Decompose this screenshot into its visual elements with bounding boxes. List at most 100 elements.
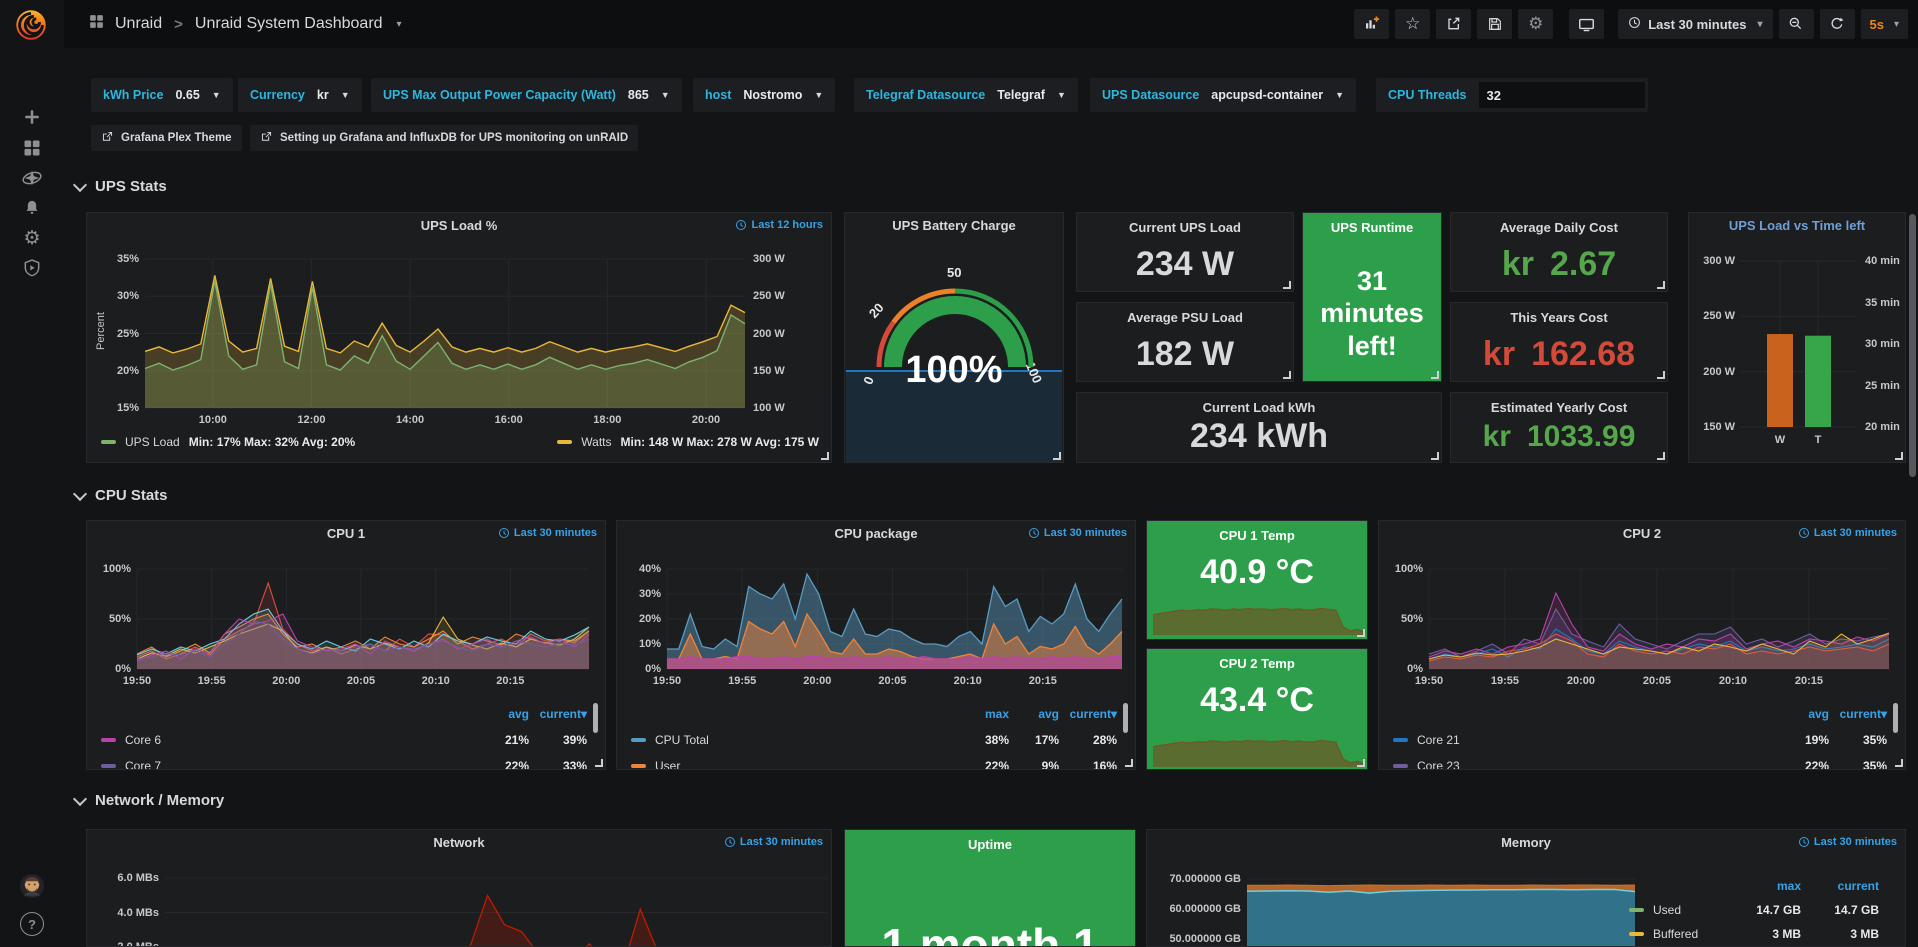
section-ups-stats[interactable]: UPS Stats <box>75 178 167 195</box>
panel-cpu1-temp: CPU 1 Temp 40.9 °C <box>1146 520 1368 640</box>
resize-handle[interactable] <box>1895 759 1903 767</box>
chevron-down-icon: ▼ <box>341 90 350 100</box>
resize-handle[interactable] <box>1895 452 1903 460</box>
save-dashboard-button[interactable] <box>1477 9 1512 39</box>
share-dashboard-button[interactable] <box>1436 9 1471 39</box>
dashboard-settings-button[interactable]: ⚙ <box>1518 9 1553 39</box>
legend-row[interactable]: Buffered3 MB3 MB <box>1629 922 1879 946</box>
create-plus-icon[interactable] <box>20 105 44 129</box>
panel-time-range[interactable]: Last 30 minutes <box>1798 836 1897 848</box>
resize-handle[interactable] <box>595 759 603 767</box>
axis-tick: 12:00 <box>286 413 336 427</box>
panel-time-range[interactable]: Last 30 minutes <box>1028 527 1127 539</box>
variable-currency[interactable]: Currency kr▼ <box>238 78 362 112</box>
legend-row[interactable]: Core 621%39% <box>101 727 587 753</box>
variable-telegraf-datasource[interactable]: Telegraf Datasource Telegraf▼ <box>854 78 1078 112</box>
axis-tick: 50% <box>91 612 131 626</box>
help-icon[interactable]: ? <box>20 912 44 936</box>
panel-time-range[interactable]: Last 30 minutes <box>498 527 597 539</box>
dashboards-icon[interactable] <box>20 136 44 160</box>
variable-ups-datasource[interactable]: UPS Datasource apcupsd-container▼ <box>1090 78 1356 112</box>
configuration-gear-icon[interactable]: ⚙ <box>20 226 44 250</box>
axis-tick: 100% <box>91 562 131 576</box>
panel-time-range[interactable]: Last 30 minutes <box>724 836 823 848</box>
user-avatar[interactable] <box>20 874 44 898</box>
section-network-memory[interactable]: Network / Memory <box>75 792 224 809</box>
legend-scrollbar[interactable] <box>1893 703 1898 733</box>
resize-handle[interactable] <box>1283 281 1291 289</box>
axis-tick: 0% <box>91 662 131 676</box>
axis-tick: 14:00 <box>385 413 435 427</box>
axis-tick: 30% <box>621 587 661 601</box>
panel-title[interactable]: UPS Load vs Time left <box>1689 213 1905 239</box>
panel-title[interactable]: Network <box>87 830 831 856</box>
legend-row[interactable]: CPU Total38%17%28% <box>631 727 1117 753</box>
axis-tick: 2.0 MBs <box>99 940 159 947</box>
variable-host[interactable]: host Nostromo▼ <box>693 78 835 112</box>
resize-handle[interactable] <box>1125 759 1133 767</box>
axis-tick: 200 W <box>753 327 801 341</box>
zoom-out-button[interactable] <box>1779 9 1814 39</box>
variable-kwh-price[interactable]: kWh Price 0.65▼ <box>91 78 233 112</box>
resize-handle[interactable] <box>1053 452 1061 460</box>
title-caret-icon[interactable]: ▾ <box>397 19 402 30</box>
panel-title[interactable]: Memory <box>1147 830 1905 856</box>
section-cpu-stats[interactable]: CPU Stats <box>75 487 168 504</box>
page-scrollbar[interactable] <box>1909 214 1916 477</box>
legend-item[interactable]: WattsMin: 148 W Max: 278 W Avg: 175 W <box>557 435 819 449</box>
panel-title[interactable]: UPS Battery Charge <box>845 213 1063 239</box>
grafana-logo-icon[interactable] <box>12 6 50 49</box>
legend-scrollbar[interactable] <box>593 703 598 733</box>
star-dashboard-button[interactable]: ☆ <box>1395 9 1430 39</box>
resize-handle[interactable] <box>1283 371 1291 379</box>
axis-tick: W <box>1755 433 1805 447</box>
resize-handle[interactable] <box>1657 452 1665 460</box>
legend-row[interactable]: Core 2322%35% <box>1393 753 1887 770</box>
legend-row[interactable]: Core 722%33% <box>101 753 587 770</box>
axis-tick: 20:00 <box>261 674 311 688</box>
cpu2-temp-value: 43.4 °C <box>1147 681 1367 720</box>
axis-tick: 20:05 <box>336 674 386 688</box>
resize-handle[interactable] <box>1357 629 1365 637</box>
refresh-interval-select[interactable]: 5s ▾ <box>1861 9 1909 39</box>
cpu-package-legend: maxavgcurrent▾ CPU Total38%17%28% User22… <box>631 701 1117 770</box>
axis-tick: 35 min <box>1865 296 1906 310</box>
legend-row[interactable]: Core 2119%35% <box>1393 727 1887 753</box>
breadcrumb-root[interactable]: Unraid <box>115 15 162 33</box>
panel-time-range[interactable]: Last 30 minutes <box>1798 527 1897 539</box>
stat-title: Current Load kWh <box>1077 400 1441 415</box>
legend-scrollbar[interactable] <box>1123 703 1128 733</box>
time-range-picker[interactable]: Last 30 minutes ▾ <box>1618 9 1772 39</box>
stat-title: Estimated Yearly Cost <box>1451 400 1667 415</box>
page-title[interactable]: Unraid System Dashboard <box>195 15 383 33</box>
add-panel-button[interactable] <box>1354 9 1389 39</box>
ups-load-legend: UPS LoadMin: 17% Max: 32% Avg: 20% Watts… <box>101 435 819 449</box>
refresh-button[interactable] <box>1820 9 1855 39</box>
alerting-bell-icon[interactable] <box>20 196 44 220</box>
explore-icon[interactable] <box>20 166 44 190</box>
panel-title[interactable]: UPS Load % <box>87 213 831 239</box>
axis-tick: 19:50 <box>112 674 162 688</box>
panel-time-range[interactable]: Last 12 hours <box>735 219 823 231</box>
legend-item[interactable]: UPS LoadMin: 17% Max: 32% Avg: 20% <box>101 435 355 449</box>
axis-tick: 20 min <box>1865 420 1906 434</box>
resize-handle[interactable] <box>1657 371 1665 379</box>
legend-row[interactable]: Used14.7 GB14.7 GB <box>1629 898 1879 922</box>
link-grafana-plex-theme[interactable]: Grafana Plex Theme <box>91 125 242 151</box>
axis-tick: 20:15 <box>1018 674 1068 688</box>
axis-tick: 250 W <box>753 289 801 303</box>
resize-handle[interactable] <box>1431 452 1439 460</box>
uptime-value: 1 month 1 <box>845 918 1135 947</box>
resize-handle[interactable] <box>1357 759 1365 767</box>
server-admin-shield-icon[interactable] <box>20 256 44 280</box>
resize-handle[interactable] <box>1657 281 1665 289</box>
cpu-threads-input[interactable] <box>1479 82 1645 108</box>
legend-row[interactable]: User22%9%16% <box>631 753 1117 770</box>
variable-ups-max-output[interactable]: UPS Max Output Power Capacity (Watt) 865… <box>371 78 682 112</box>
resize-handle[interactable] <box>821 452 829 460</box>
resize-handle[interactable] <box>1431 371 1439 379</box>
chevron-down-icon: ▼ <box>1335 90 1344 100</box>
tv-mode-button[interactable] <box>1569 9 1604 39</box>
link-ups-monitoring-guide[interactable]: Setting up Grafana and InfluxDB for UPS … <box>250 125 638 151</box>
axis-tick: 100 W <box>753 401 801 415</box>
